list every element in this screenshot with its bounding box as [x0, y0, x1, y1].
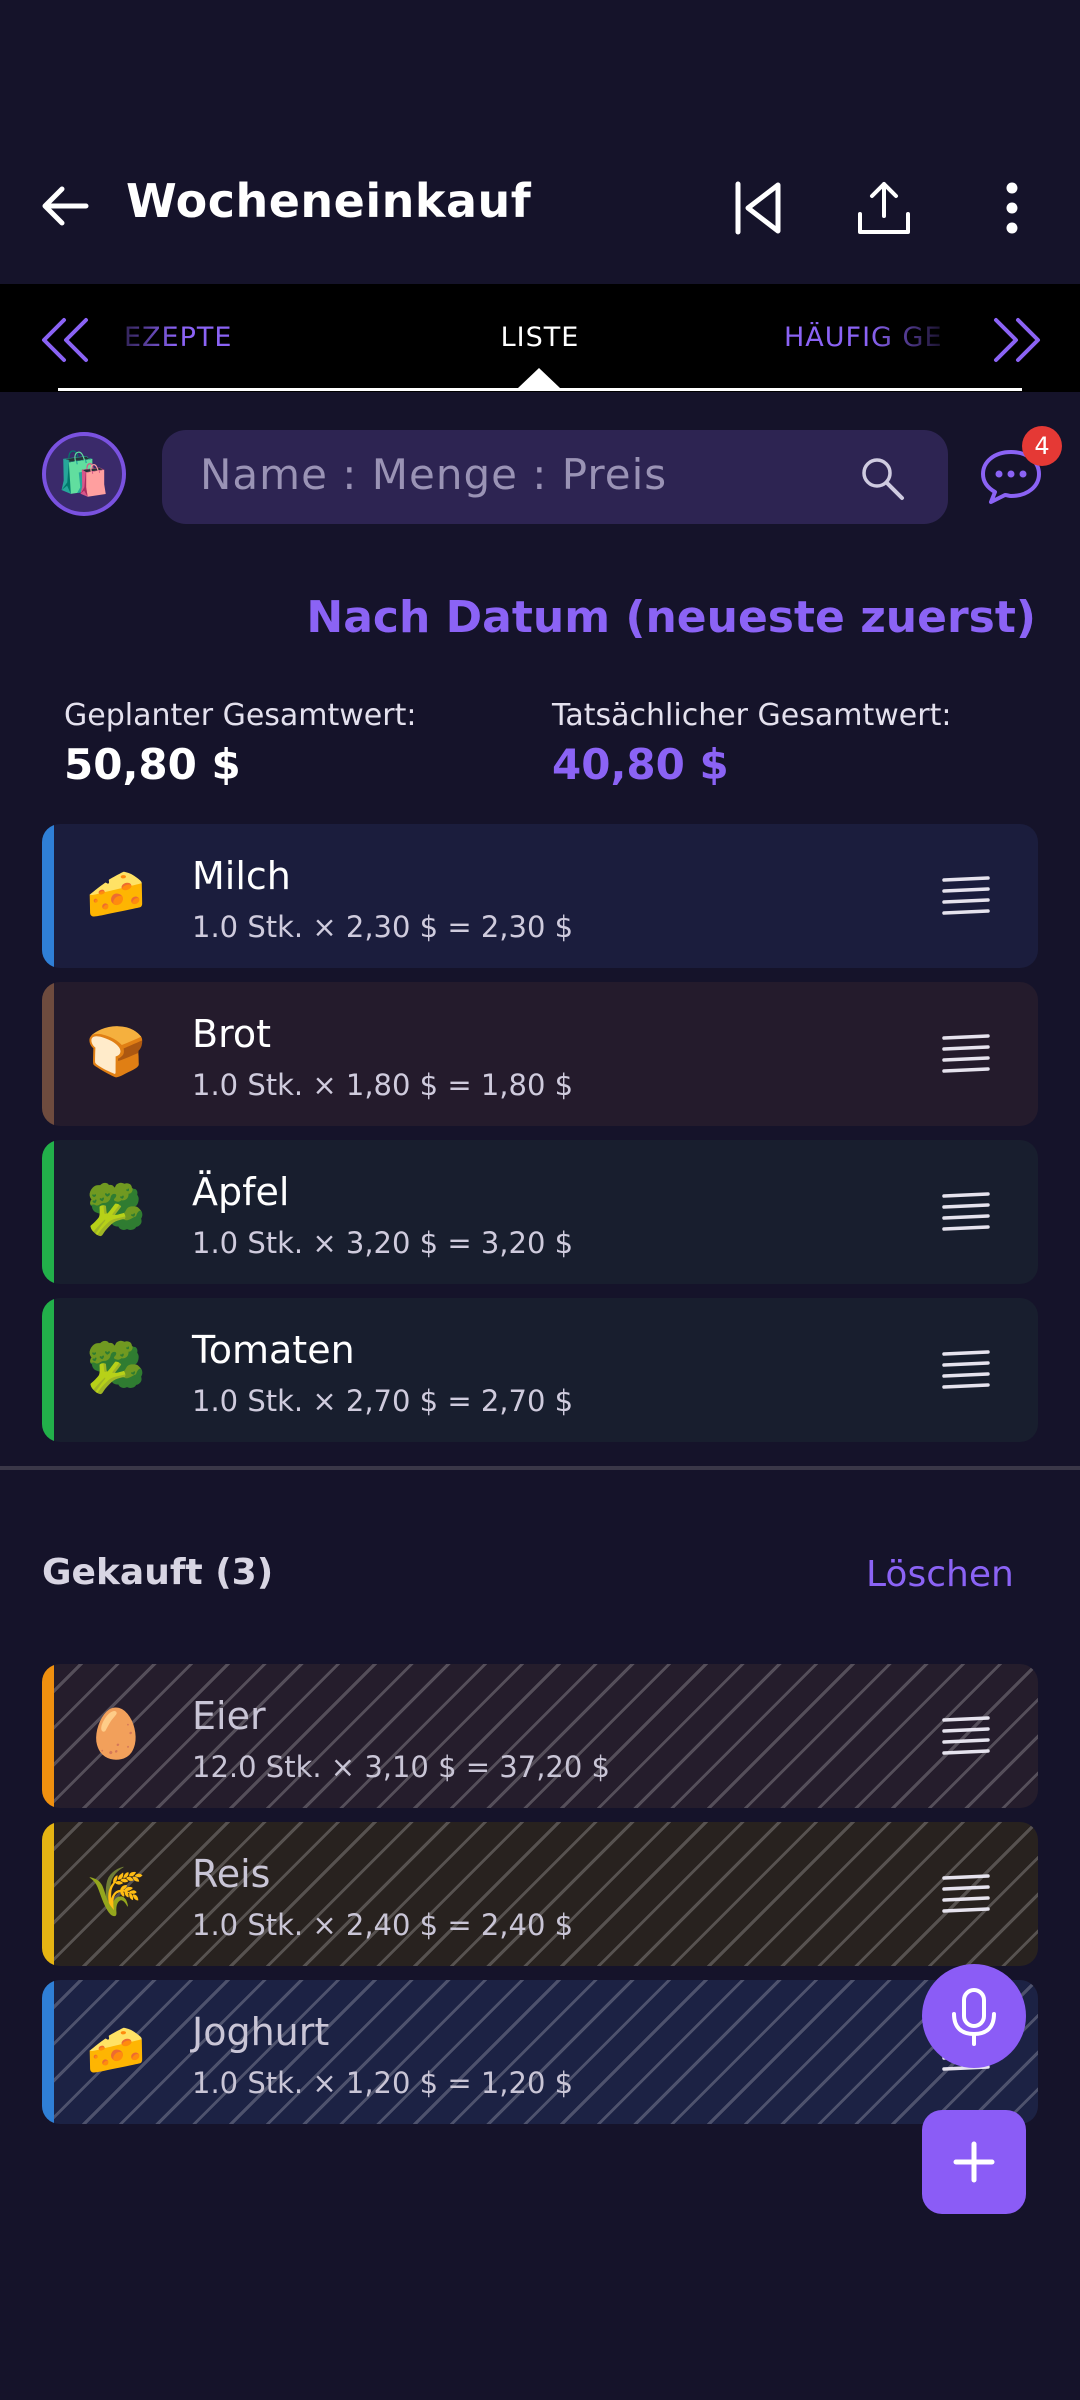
- category-stripe: [42, 1822, 54, 1966]
- sort-order-button[interactable]: Nach Datum (neueste zuerst): [306, 592, 1036, 643]
- planned-total-value: 50,80 $: [64, 740, 241, 789]
- item-name: Milch: [192, 854, 291, 898]
- list-item[interactable]: 🧀 Milch 1.0 Stk. × 2,30 $ = 2,30 $: [42, 824, 1038, 968]
- item-detail: 1.0 Stk. × 1,20 $ = 1,20 $: [192, 2066, 574, 2100]
- drag-handle-icon[interactable]: [940, 1032, 992, 1076]
- shopping-bag-icon[interactable]: 🛍️: [42, 432, 126, 516]
- list-item[interactable]: 🥦 Äpfel 1.0 Stk. × 3,20 $ = 3,20 $: [42, 1140, 1038, 1284]
- list-item[interactable]: 🍞 Brot 1.0 Stk. × 1,80 $ = 1,80 $: [42, 982, 1038, 1126]
- rice-icon: 🌾: [86, 1864, 146, 1920]
- notification-badge: 4: [1022, 426, 1062, 466]
- cheese-icon: 🧀: [86, 2022, 146, 2078]
- voice-input-button[interactable]: [922, 1964, 1026, 2068]
- bought-item[interactable]: 🥚 Eier 12.0 Stk. × 3,10 $ = 37,20 $: [42, 1664, 1038, 1808]
- item-name: Reis: [192, 1852, 271, 1896]
- bought-item[interactable]: 🧀 Joghurt 1.0 Stk. × 1,20 $ = 1,20 $: [42, 1980, 1038, 2124]
- tab-fade-right: [870, 304, 980, 374]
- drag-handle-icon[interactable]: [940, 1190, 992, 1234]
- item-name: Brot: [192, 1012, 272, 1056]
- tab-indicator-line: [58, 388, 1022, 391]
- section-divider: [0, 1466, 1080, 1470]
- category-stripe: [42, 1980, 54, 2124]
- drag-handle-icon[interactable]: [940, 1714, 992, 1758]
- back-arrow-icon[interactable]: [36, 176, 96, 236]
- planned-total-label: Geplanter Gesamtwert:: [64, 698, 417, 733]
- list-item[interactable]: 🥦 Tomaten 1.0 Stk. × 2,70 $ = 2,70 $: [42, 1298, 1038, 1442]
- item-name: Tomaten: [192, 1328, 355, 1372]
- search-icon[interactable]: [858, 454, 906, 502]
- actual-total-label: Tatsächlicher Gesamtwert:: [552, 698, 952, 733]
- add-item-button[interactable]: [922, 2110, 1026, 2214]
- category-stripe: [42, 824, 54, 968]
- item-detail: 1.0 Stk. × 2,30 $ = 2,30 $: [192, 910, 574, 944]
- skip-to-start-icon[interactable]: [726, 176, 790, 240]
- item-detail: 1.0 Stk. × 1,80 $ = 1,80 $: [192, 1068, 574, 1102]
- category-stripe: [42, 982, 54, 1126]
- item-detail: 1.0 Stk. × 3,20 $ = 3,20 $: [192, 1226, 574, 1260]
- item-detail: 12.0 Stk. × 3,10 $ = 37,20 $: [192, 1750, 610, 1784]
- more-vertical-icon[interactable]: [980, 176, 1044, 240]
- cheese-icon: 🧀: [86, 866, 146, 922]
- search-input[interactable]: Name : Menge : Preis: [162, 430, 948, 524]
- category-stripe: [42, 1664, 54, 1808]
- scroll-tabs-right-icon[interactable]: [990, 314, 1046, 366]
- item-name: Eier: [192, 1694, 266, 1738]
- page-title: Wocheneinkauf: [126, 174, 532, 228]
- clear-bought-button[interactable]: Löschen: [866, 1554, 1014, 1595]
- app-bar: Wocheneinkauf: [0, 0, 1080, 284]
- bought-item[interactable]: 🌾 Reis 1.0 Stk. × 2,40 $ = 2,40 $: [42, 1822, 1038, 1966]
- plus-icon: [953, 2141, 995, 2183]
- category-stripe: [42, 1140, 54, 1284]
- search-placeholder: Name : Menge : Preis: [200, 450, 668, 499]
- share-icon[interactable]: [852, 176, 916, 240]
- item-detail: 1.0 Stk. × 2,40 $ = 2,40 $: [192, 1908, 574, 1942]
- microphone-icon: [952, 1988, 996, 2046]
- item-name: Joghurt: [192, 2010, 330, 2054]
- drag-handle-icon[interactable]: [940, 1348, 992, 1392]
- drag-handle-icon[interactable]: [940, 1872, 992, 1916]
- actual-total-value: 40,80 $: [552, 740, 729, 789]
- item-name: Äpfel: [192, 1170, 290, 1214]
- egg-icon: 🥚: [86, 1706, 146, 1762]
- broccoli-icon: 🥦: [86, 1182, 146, 1238]
- broccoli-icon: 🥦: [86, 1340, 146, 1396]
- tab-bar: EZEPTE LISTE HÄUFIG GE: [0, 284, 1080, 392]
- bread-icon: 🍞: [86, 1024, 146, 1080]
- drag-handle-icon[interactable]: [940, 874, 992, 918]
- tab-indicator-notch: [518, 368, 560, 388]
- item-detail: 1.0 Stk. × 2,70 $ = 2,70 $: [192, 1384, 574, 1418]
- category-stripe: [42, 1298, 54, 1442]
- bought-section-title: Gekauft (3): [42, 1552, 274, 1593]
